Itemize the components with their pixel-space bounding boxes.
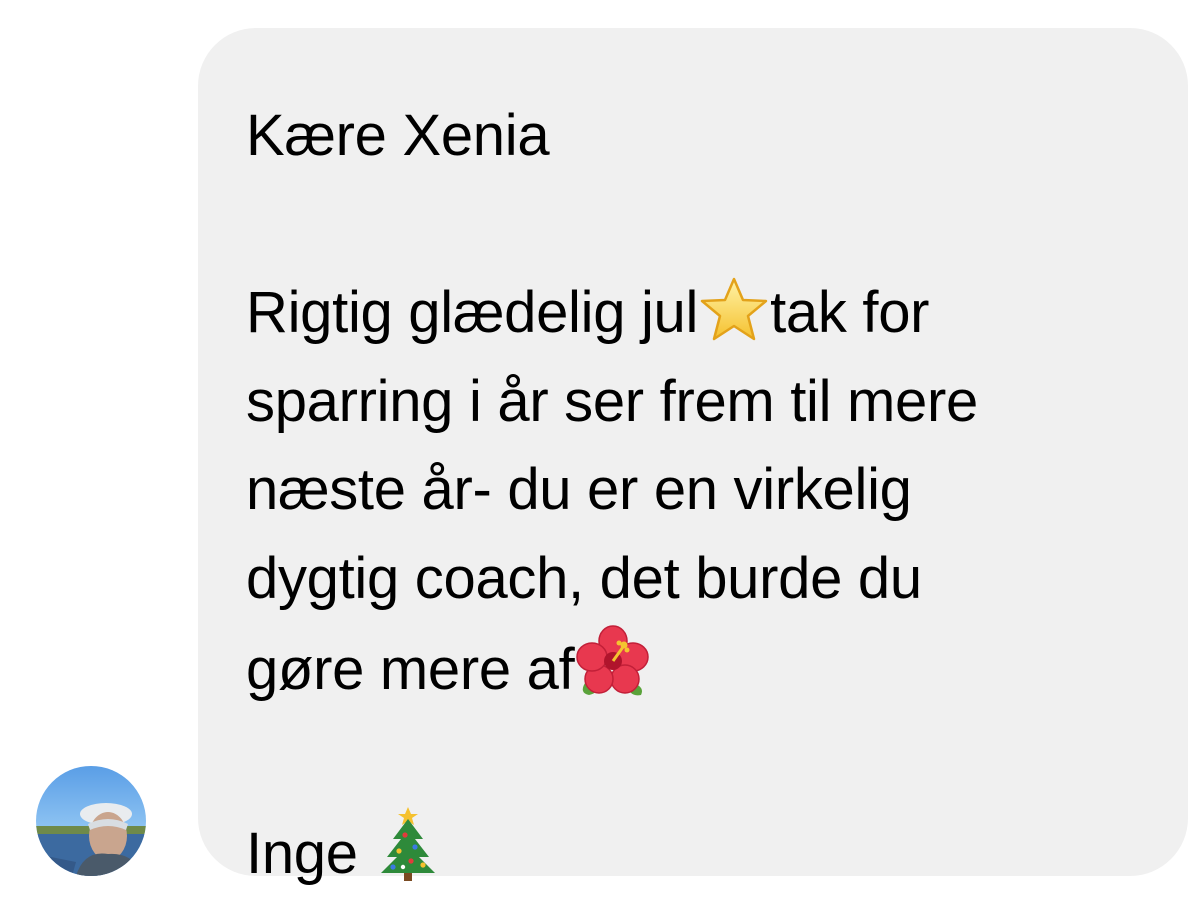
christmas-tree-icon bbox=[375, 803, 441, 883]
message-line-3: næste år- du er en virkelig bbox=[246, 457, 912, 522]
message-line-1-text-a: Rigtig glædelig jul bbox=[246, 280, 699, 345]
message-line-1: Rigtig glædelig jul tak for bbox=[246, 269, 1140, 358]
message-greeting: Kære Xenia bbox=[246, 103, 550, 168]
avatar-photo bbox=[36, 766, 146, 876]
message-signature: Inge bbox=[246, 821, 374, 886]
message-bubble[interactable]: Kære Xenia Rigtig glædelig jul tak for s… bbox=[198, 28, 1188, 886]
message-line-2: sparring i år ser frem til mere bbox=[246, 368, 978, 434]
message-line-5: gøre mere af bbox=[246, 623, 1140, 715]
message-blank-line bbox=[246, 715, 1140, 804]
message-line-5-text: gøre mere af bbox=[246, 637, 575, 702]
message-signature-line: Inge bbox=[246, 803, 1140, 899]
message-blank-line bbox=[246, 181, 1140, 270]
avatar[interactable] bbox=[36, 766, 146, 876]
star-icon bbox=[699, 276, 769, 342]
message-line-4: dygtig coach, det burde du bbox=[246, 545, 922, 611]
message-line-1-text-b: tak for bbox=[770, 280, 930, 345]
hibiscus-icon bbox=[575, 623, 651, 699]
